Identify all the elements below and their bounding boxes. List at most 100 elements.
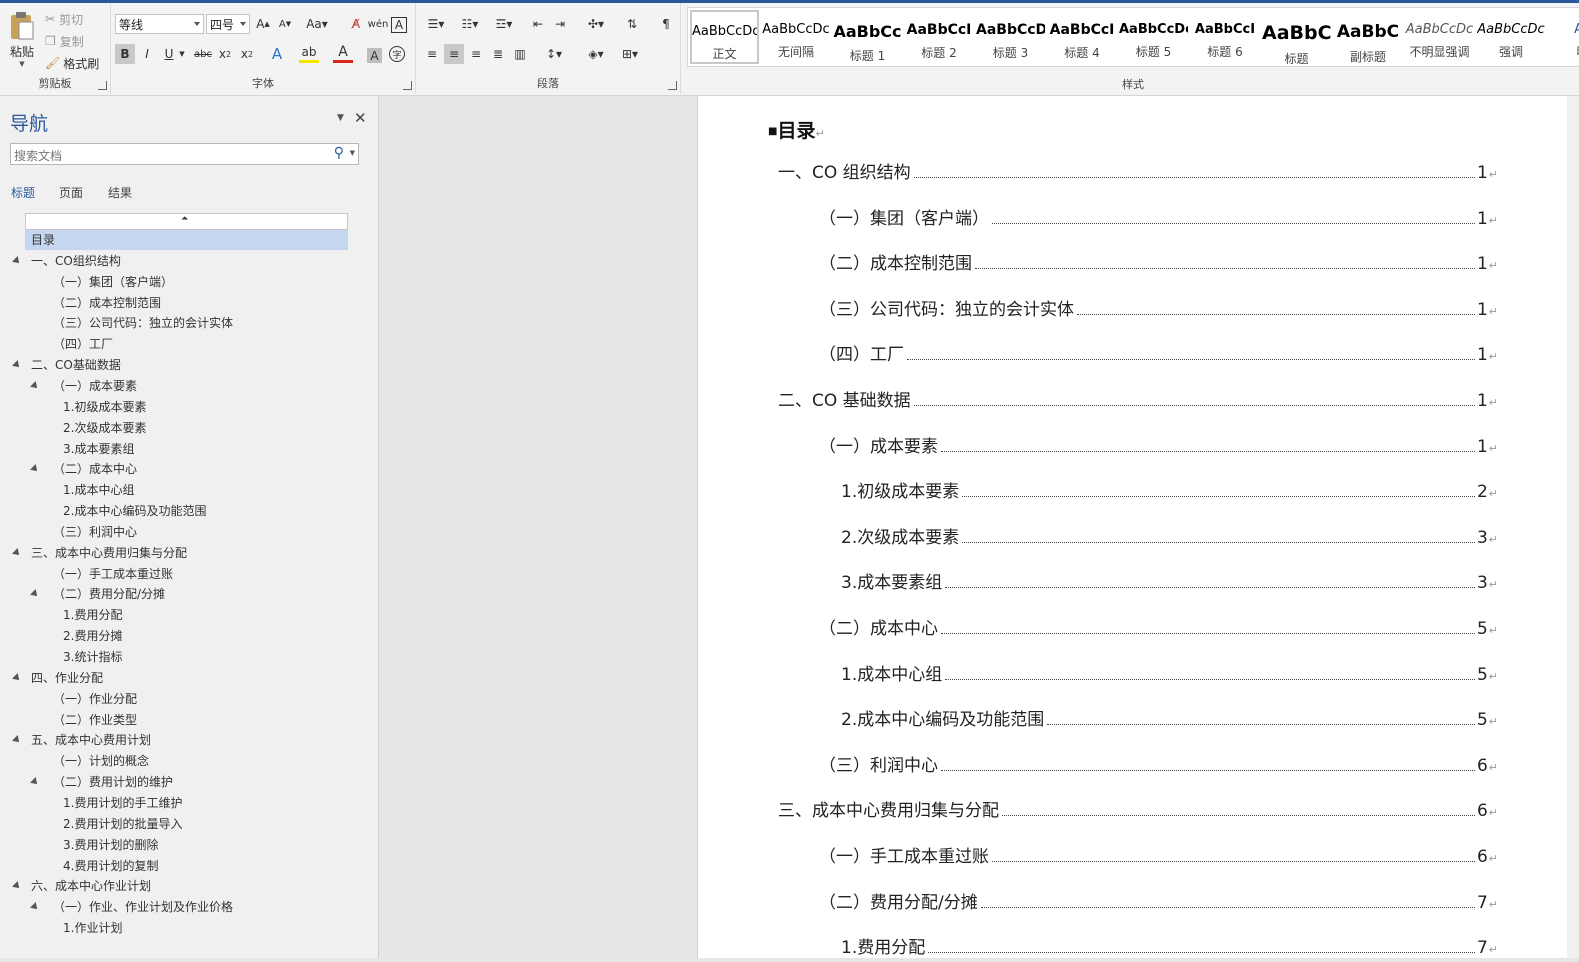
toc-entry[interactable]: （一）手工成本重过账 6 ↵ — [819, 845, 1498, 869]
toc-entry[interactable]: （三）公司代码：独立的会计实体 1 ↵ — [819, 298, 1498, 322]
style-item[interactable]: AaBbCcI 标题 6 — [1191, 10, 1260, 64]
tab-pages[interactable]: 页面 — [59, 184, 83, 201]
nav-heading-item[interactable]: （三）利润中心 — [53, 522, 137, 542]
expand-triangle-icon[interactable] — [30, 464, 40, 475]
nav-heading-item[interactable]: 2.成本中心编码及功能范围 — [63, 501, 206, 521]
style-item[interactable]: AaBbCcDc 无间隔 — [762, 10, 831, 64]
sort-icon[interactable]: ⇅ — [622, 14, 642, 34]
toc-entry[interactable]: （三）利润中心 6 ↵ — [819, 754, 1498, 778]
style-item[interactable]: Aa 明 — [1548, 10, 1579, 64]
nav-heading-item[interactable]: 1.费用分配 — [63, 605, 122, 625]
change-case-button[interactable]: Aa▾ — [303, 14, 331, 34]
nav-heading-item[interactable]: 1.费用计划的手工维护 — [63, 793, 182, 813]
tree-scroll-top-button[interactable]: ⏶ — [25, 213, 348, 230]
subscript-button[interactable]: x2 — [215, 44, 235, 64]
expand-triangle-icon[interactable] — [30, 902, 40, 913]
nav-heading-item[interactable]: （二）作业类型 — [53, 710, 137, 730]
font-name-combo[interactable]: 等线 — [115, 14, 204, 34]
style-item[interactable]: AaBbC 副标题 — [1334, 10, 1403, 64]
nav-heading-item[interactable]: （一）作业、作业计划及作业价格 — [53, 897, 233, 917]
font-color-icon[interactable]: A — [333, 44, 353, 63]
nav-heading-item[interactable]: 3.统计指标 — [63, 647, 122, 667]
nav-heading-item[interactable]: 3.费用计划的删除 — [63, 835, 158, 855]
expand-triangle-icon[interactable] — [12, 360, 22, 371]
expand-triangle-icon[interactable] — [12, 735, 22, 746]
toc-entry[interactable]: 2.成本中心编码及功能范围 5 ↵ — [841, 708, 1498, 732]
paste-button[interactable]: 粘贴 ▼ — [3, 7, 41, 71]
tab-results[interactable]: 结果 — [108, 184, 132, 201]
style-item[interactable]: AaBbCcI 标题 4 — [1048, 10, 1117, 64]
text-effects-icon[interactable]: A — [267, 44, 287, 64]
tab-headings[interactable]: 标题 — [11, 184, 35, 201]
chinese-layout-icon[interactable]: ✣▾ — [582, 14, 610, 34]
document-page[interactable]: ■目录↵ 一、CO 组织结构 1 ↵ （一）集团（客户端） 1 ↵ （二）成本控制范围 1 ↵ （… — [697, 96, 1568, 958]
nav-heading-item[interactable]: 1.成本中心组 — [63, 480, 134, 500]
phonetic-guide-icon[interactable]: wén — [368, 14, 389, 34]
grow-font-button[interactable]: A ▲ — [253, 14, 273, 34]
font-launcher-icon[interactable] — [403, 81, 412, 90]
nav-heading-item[interactable]: 三、成本中心费用归集与分配 — [31, 543, 187, 563]
expand-triangle-icon[interactable] — [12, 255, 22, 266]
style-item[interactable]: AaBbCcI 标题 2 — [905, 10, 974, 64]
nav-heading-item[interactable]: （一）集团（客户端） — [53, 272, 173, 292]
increase-indent-icon[interactable]: ⇥ — [550, 14, 570, 34]
nav-heading-item[interactable]: 六、成本中心作业计划 — [31, 876, 151, 896]
numbering-icon[interactable]: ☷▾ — [456, 14, 484, 34]
style-item[interactable]: AaBbCcDc 不明显强调 — [1405, 10, 1474, 64]
toc-entry[interactable]: （一）集团（客户端） 1 ↵ — [819, 207, 1498, 231]
nav-heading-item[interactable]: （二）费用计划的维护 — [53, 772, 173, 792]
toc-entry[interactable]: 三、成本中心费用归集与分配 6 ↵ — [778, 799, 1498, 823]
style-item[interactable]: AaBbCc 标题 1 — [833, 10, 902, 64]
distributed-icon[interactable]: ▥ — [510, 44, 530, 64]
expand-triangle-icon[interactable] — [12, 672, 22, 683]
superscript-button[interactable]: x2 — [237, 44, 257, 64]
expand-triangle-icon[interactable] — [12, 547, 22, 558]
toc-entry[interactable]: 2.次级成本要素 3 ↵ — [841, 526, 1498, 550]
font-size-combo[interactable]: 四号 — [206, 14, 250, 34]
nav-heading-item[interactable]: （二）成本中心 — [53, 459, 137, 479]
character-border-icon[interactable]: A — [391, 17, 407, 33]
nav-heading-item[interactable]: （三）公司代码：独立的会计实体 — [53, 313, 233, 333]
decrease-indent-icon[interactable]: ⇤ — [528, 14, 548, 34]
enclose-characters-icon[interactable]: 字 — [389, 46, 405, 62]
shading-icon[interactable]: ◈▾ — [582, 44, 610, 64]
nav-heading-item[interactable]: 3.成本要素组 — [63, 439, 134, 459]
close-icon[interactable]: ✕ — [354, 109, 367, 127]
expand-triangle-icon[interactable] — [30, 380, 40, 391]
align-center-icon[interactable]: ≡ — [444, 44, 464, 64]
bold-button[interactable]: B — [115, 44, 135, 64]
style-item[interactable]: AaBbCcDc 强调 — [1477, 10, 1546, 64]
line-spacing-icon[interactable]: ↕▾ — [540, 44, 568, 64]
show-marks-icon[interactable]: ¶ — [656, 14, 676, 34]
nav-heading-item[interactable]: 1.初级成本要素 — [63, 397, 146, 417]
toc-entry[interactable]: 一、CO 组织结构 1 ↵ — [778, 161, 1498, 185]
paragraph-launcher-icon[interactable] — [668, 81, 677, 90]
toc-entry[interactable]: （一）成本要素 1 ↵ — [819, 435, 1498, 459]
toc-entry[interactable]: 1.成本中心组 5 ↵ — [841, 663, 1498, 687]
justify-icon[interactable]: ≣ — [488, 44, 508, 64]
style-item[interactable]: AaBbC 标题 — [1262, 10, 1331, 64]
clear-formatting-icon[interactable]: A̸ — [346, 14, 366, 34]
toc-entry[interactable]: （二）成本中心 5 ↵ — [819, 617, 1498, 641]
nav-heading-item[interactable]: （一）作业分配 — [53, 689, 137, 709]
nav-heading-item[interactable]: （四）工厂 — [53, 334, 113, 354]
nav-heading-item[interactable]: 2.费用分摊 — [63, 626, 122, 646]
toc-entry[interactable]: 1.初级成本要素 2 ↵ — [841, 480, 1498, 504]
style-item[interactable]: AaBbCcD 标题 3 — [976, 10, 1045, 64]
cut-button[interactable]: ✂ 剪切 — [45, 9, 83, 29]
align-right-icon[interactable]: ≡ — [466, 44, 486, 64]
nav-heading-item[interactable]: （二）成本控制范围 — [53, 293, 161, 313]
nav-heading-item[interactable]: 1.作业计划 — [63, 918, 122, 938]
shrink-font-button[interactable]: A ▼ — [275, 14, 295, 34]
nav-heading-item[interactable]: （二）费用分配/分摊 — [53, 584, 165, 604]
format-painter-button[interactable]: 🖌 格式刷 — [45, 53, 99, 73]
style-item[interactable]: AaBbCcDc 正文 — [690, 10, 759, 64]
nav-heading-item[interactable]: （一）手工成本重过账 — [53, 564, 173, 584]
nav-heading-item[interactable]: （一）成本要素 — [53, 376, 137, 396]
nav-heading-item[interactable]: 目录 — [25, 230, 348, 250]
toc-entry[interactable]: 1.费用分配 7 ↵ — [841, 936, 1498, 960]
nav-heading-item[interactable]: 2.费用计划的批量导入 — [63, 814, 182, 834]
nav-options-icon[interactable]: ▼ — [337, 113, 344, 123]
nav-heading-item[interactable]: 四、作业分配 — [31, 668, 103, 688]
highlight-color-icon[interactable]: ab — [299, 44, 319, 63]
